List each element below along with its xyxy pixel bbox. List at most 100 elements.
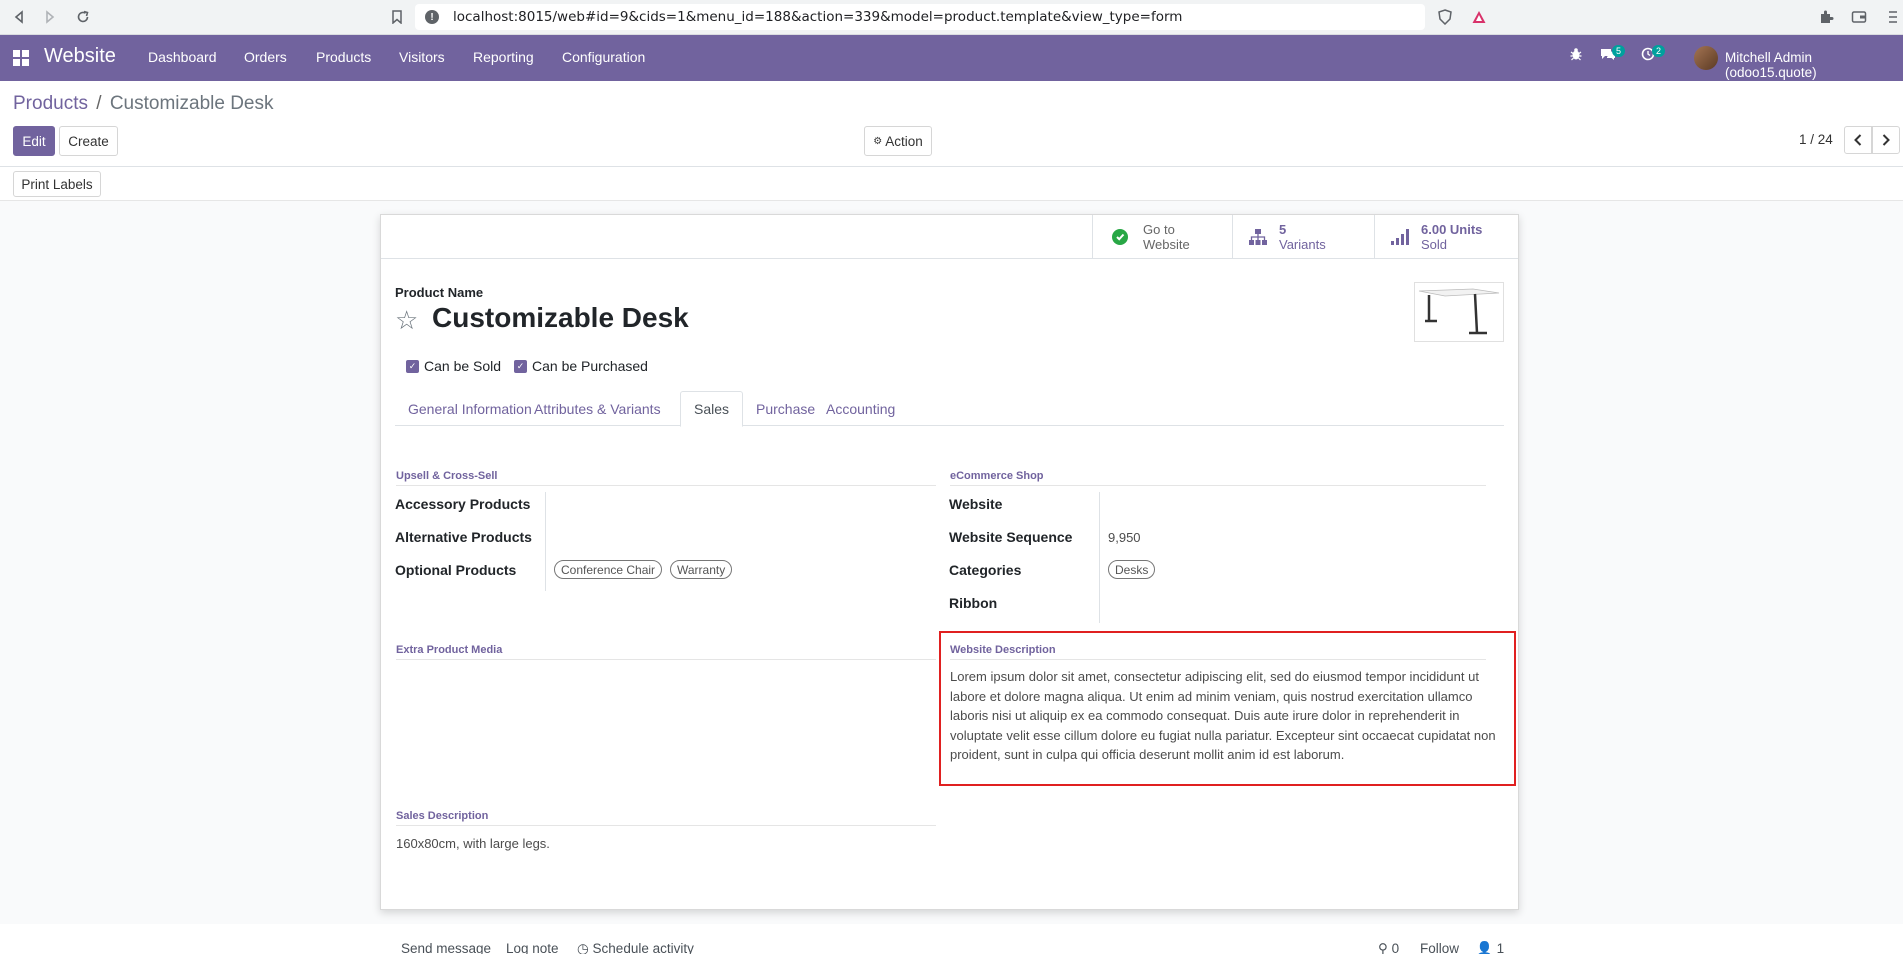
menu-configuration[interactable]: Configuration: [562, 49, 645, 65]
globe-icon: [1109, 226, 1131, 248]
sales-description-divider: [396, 825, 936, 826]
edit-button[interactable]: Edit: [13, 126, 55, 156]
send-message-button[interactable]: Send message: [401, 941, 491, 954]
gear-icon: ⚙: [873, 135, 883, 147]
breadcrumb-current: Customizable Desk: [109, 93, 274, 114]
optional-tag-conference-chair[interactable]: Conference Chair: [554, 560, 663, 579]
browser-toolbar: ! localhost:8015/web#id=9&cids=1&menu_id…: [0, 0, 1903, 35]
product-title: Customizable Desk: [432, 302, 689, 333]
control-panel-divider: [0, 166, 1903, 167]
pager-next-icon[interactable]: [1872, 126, 1900, 154]
user-icon: 👤: [1476, 941, 1493, 954]
optional-products-label: Optional Products: [395, 562, 517, 578]
category-tag-desks[interactable]: Desks: [1108, 560, 1156, 579]
wallet-icon[interactable]: [1848, 6, 1870, 28]
can-be-purchased-checkbox[interactable]: ✓: [514, 360, 527, 373]
clock-icon: ◷: [577, 941, 589, 954]
action-label: Action: [885, 133, 923, 149]
can-be-sold-label: Can be Sold: [424, 358, 502, 374]
reload-icon[interactable]: [72, 6, 94, 28]
extra-media-group-title: Extra Product Media: [396, 644, 503, 656]
variants-count: 5: [1279, 222, 1287, 237]
pager-value[interactable]: 1 / 24: [1799, 132, 1833, 147]
go-to-website-button[interactable]: Go to Website: [1092, 215, 1232, 259]
sales-description-value[interactable]: 160x80cm, with large legs.: [396, 836, 550, 851]
ecommerce-label-separator: [1099, 492, 1100, 623]
extensions-icon[interactable]: [1815, 6, 1837, 28]
can-be-sold-checkbox[interactable]: ✓: [406, 360, 419, 373]
bookmark-icon[interactable]: [386, 6, 408, 28]
schedule-activity-button[interactable]: ◷ Schedule activity: [577, 941, 694, 954]
print-labels-button[interactable]: Print Labels: [13, 171, 101, 197]
tab-accounting[interactable]: Accounting: [813, 391, 908, 426]
categories-label: Categories: [949, 562, 1022, 578]
log-note-button[interactable]: Log note: [506, 941, 559, 954]
address-bar[interactable]: ! localhost:8015/web#id=9&cids=1&menu_id…: [415, 4, 1425, 30]
url-text: localhost:8015/web#id=9&cids=1&menu_id=1…: [453, 9, 1183, 25]
go-to-label: Go to: [1143, 222, 1175, 237]
variants-button[interactable]: 5 Variants: [1232, 215, 1374, 259]
back-icon[interactable]: [8, 6, 30, 28]
action-button[interactable]: ⚙ Action: [864, 126, 932, 156]
breadcrumb: Products / Customizable Desk: [13, 93, 274, 115]
optional-tag-warranty[interactable]: Warranty: [670, 560, 733, 579]
tab-sales[interactable]: Sales: [680, 391, 744, 427]
website-field-label: Website: [949, 496, 1003, 512]
form-sheet: Go to Website 5 Variants 6.00 Units Sold…: [380, 214, 1519, 910]
create-button[interactable]: Create: [59, 126, 118, 156]
brave-shield-icon[interactable]: [1434, 6, 1456, 28]
units-sold-label: Sold: [1421, 237, 1448, 252]
user-avatar[interactable]: [1694, 46, 1718, 70]
product-name-label: Product Name: [395, 285, 484, 300]
debug-bug-icon[interactable]: [1569, 47, 1583, 65]
menu-reporting[interactable]: Reporting: [473, 49, 534, 65]
form-tabs: General Information Attributes & Variant…: [395, 391, 1504, 427]
units-sold-value: 6.00 Units: [1421, 222, 1483, 237]
user-menu[interactable]: Mitchell Admin (odoo15.quote): [1725, 50, 1903, 80]
signal-chart-icon: [1389, 226, 1411, 248]
pager-previous-icon[interactable]: [1844, 126, 1872, 154]
attachments-button[interactable]: ⚲ 0: [1378, 941, 1399, 954]
followers-button[interactable]: 👤 1: [1476, 941, 1504, 954]
can-be-purchased-label: Can be Purchased: [532, 358, 648, 374]
alternative-products-label: Alternative Products: [395, 529, 532, 545]
menu-orders[interactable]: Orders: [244, 49, 287, 65]
sitemap-icon: [1247, 226, 1269, 248]
website-sequence-value[interactable]: 9,950: [1108, 530, 1141, 545]
brave-rewards-icon[interactable]: [1468, 6, 1490, 28]
breadcrumb-separator: /: [96, 93, 102, 114]
extra-media-group-divider: [396, 659, 936, 660]
ecommerce-group-divider: [950, 485, 1486, 486]
schedule-activity-label: Schedule activity: [592, 941, 694, 954]
apps-menu-icon[interactable]: [13, 50, 29, 66]
website-label: Website: [1143, 237, 1190, 252]
activities-badge: 2: [1652, 45, 1666, 57]
menu-dashboard[interactable]: Dashboard: [148, 49, 217, 65]
app-name[interactable]: Website: [44, 45, 116, 68]
stat-button-box: Go to Website 5 Variants 6.00 Units Sold: [381, 215, 1518, 259]
ribbon-label: Ribbon: [949, 595, 998, 611]
follow-button[interactable]: Follow: [1420, 941, 1459, 954]
tab-attributes-variants[interactable]: Attributes & Variants: [521, 391, 674, 426]
followers-count: 1: [1496, 941, 1505, 954]
messages-badge: 5: [1612, 45, 1626, 57]
site-info-icon[interactable]: !: [425, 10, 439, 24]
website-description-highlight: [939, 631, 1516, 786]
attachments-count: 0: [1391, 941, 1400, 954]
upsell-group-title: Upsell & Cross-Sell: [396, 470, 498, 482]
breadcrumb-products[interactable]: Products: [13, 93, 88, 114]
product-image[interactable]: [1414, 282, 1504, 342]
menu-products[interactable]: Products: [316, 49, 371, 65]
main-navbar: Website Dashboard Orders Products Visito…: [0, 35, 1903, 81]
units-sold-button[interactable]: 6.00 Units Sold: [1374, 215, 1518, 259]
upsell-label-separator: [545, 492, 546, 591]
menu-icon[interactable]: [1882, 6, 1903, 28]
ecommerce-group-title: eCommerce Shop: [950, 470, 1044, 482]
upsell-group-divider: [396, 485, 936, 486]
favorite-star-icon[interactable]: ☆: [395, 305, 418, 336]
accessory-products-label: Accessory Products: [395, 496, 531, 512]
forward-icon[interactable]: [39, 6, 61, 28]
paperclip-icon: ⚲: [1378, 941, 1388, 954]
menu-visitors[interactable]: Visitors: [399, 49, 445, 65]
sales-description-title: Sales Description: [396, 810, 489, 822]
